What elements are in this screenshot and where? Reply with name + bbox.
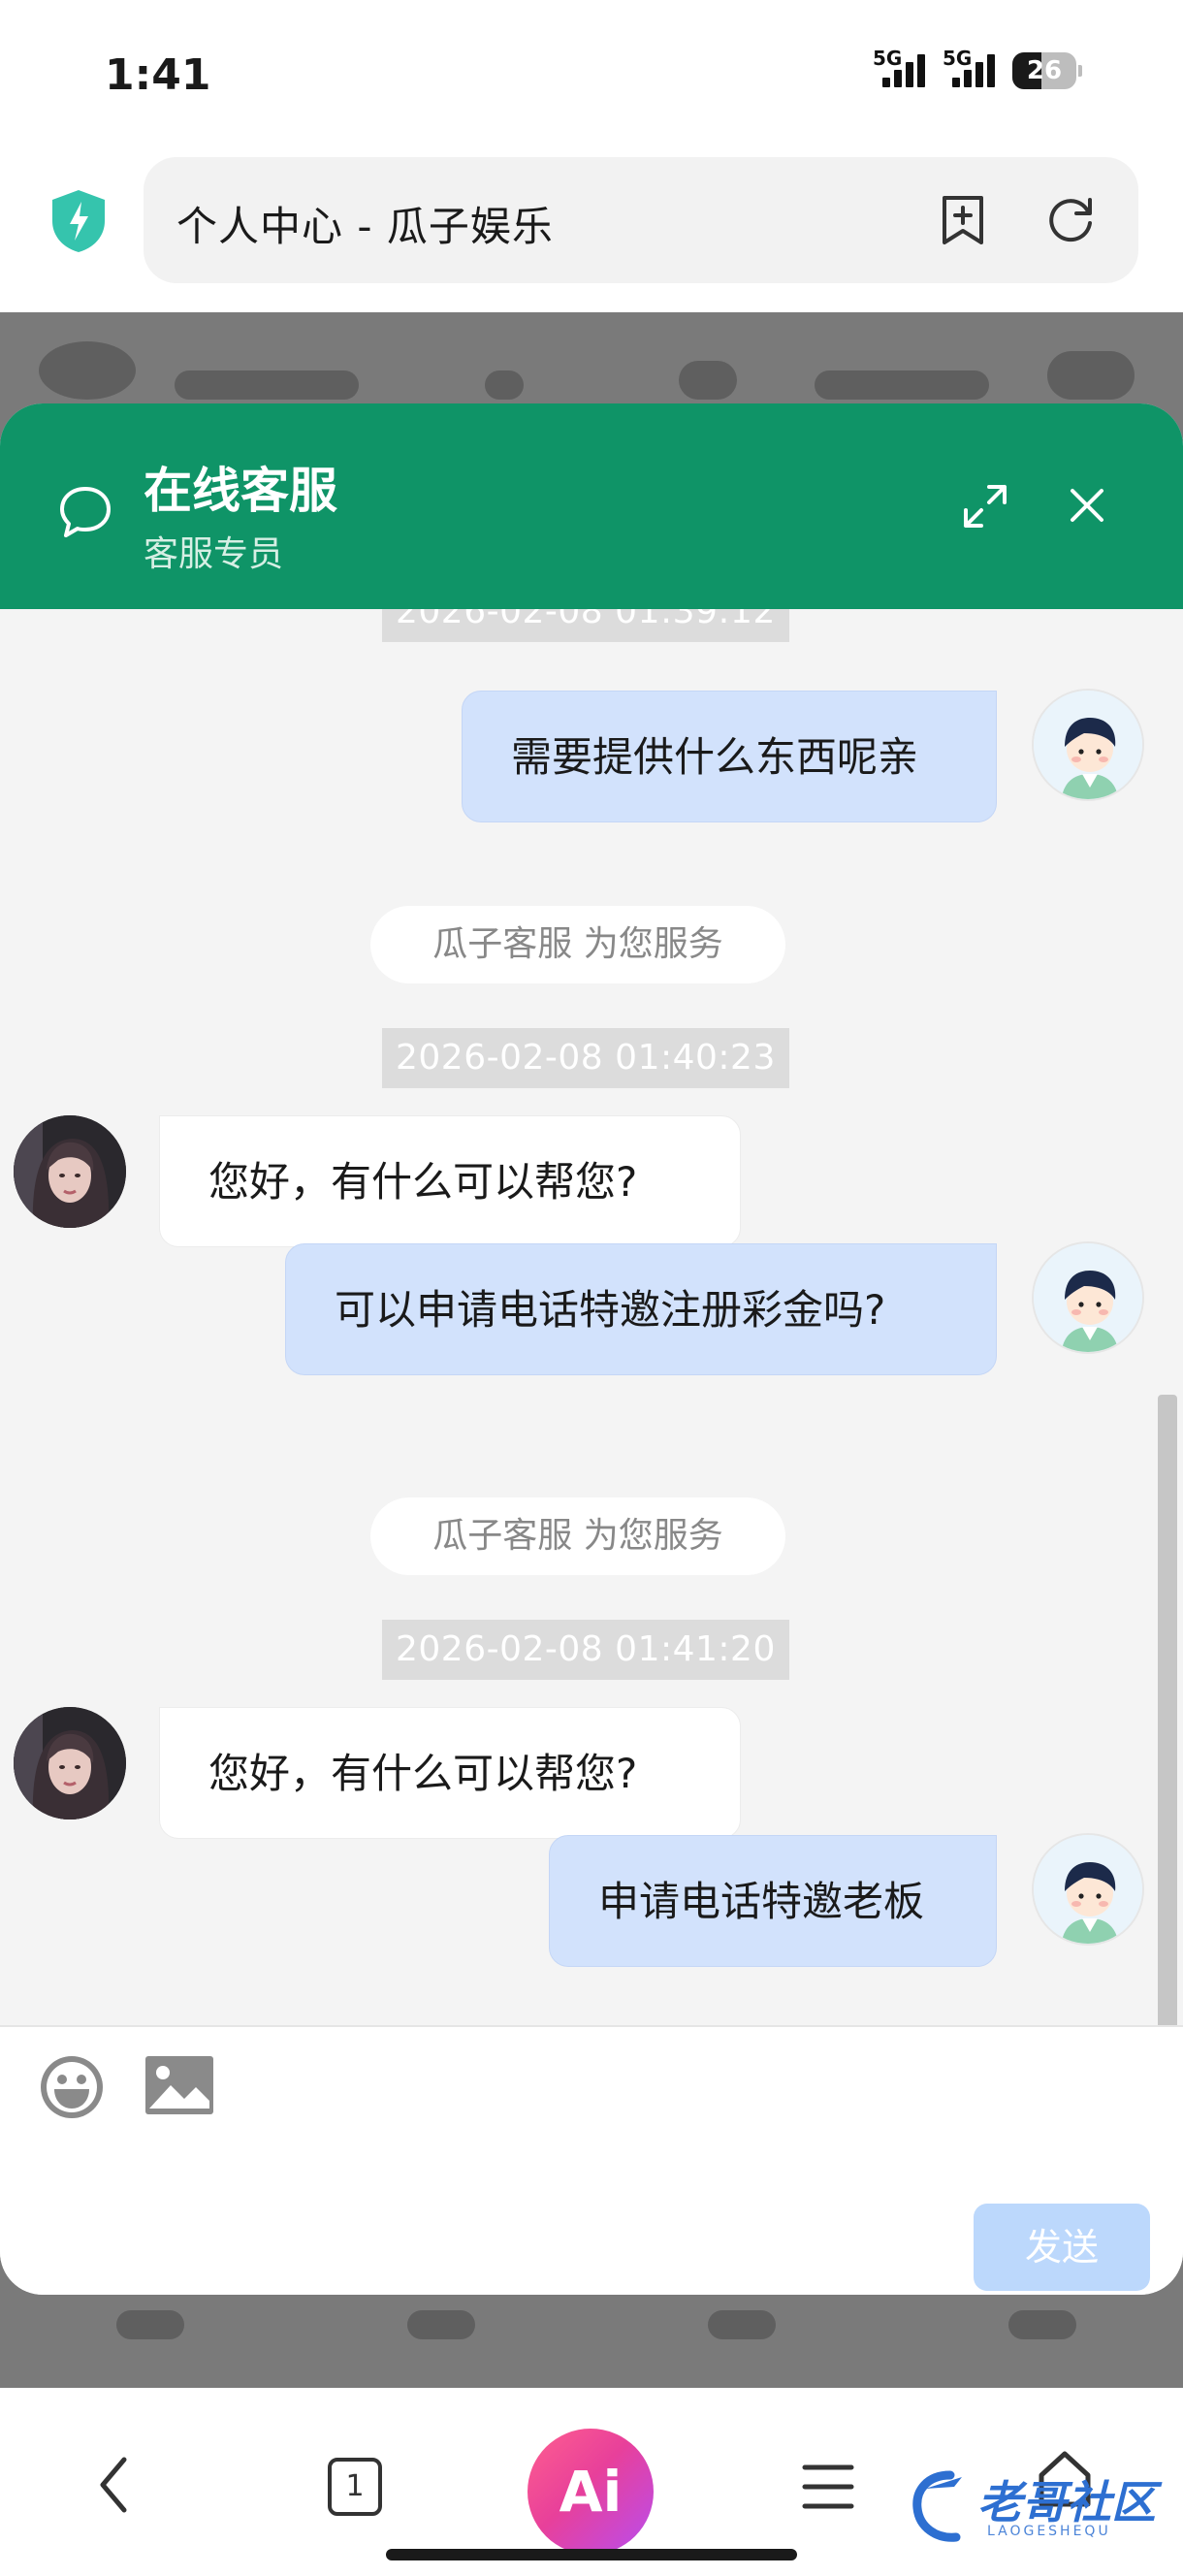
- expand-icon[interactable]: [960, 481, 1010, 531]
- customer-service-chat-modal: 在线客服 客服专员 2026-02-08 01:39:12 需要提供什么东西呢亲…: [0, 403, 1183, 2295]
- image-upload-icon[interactable]: [145, 2056, 213, 2114]
- watermark-subtext: LAOGESHEQU: [987, 2524, 1111, 2539]
- status-indicators: 5G 5G 26: [873, 47, 1082, 89]
- message-timestamp: 2026-02-08 01:41:20: [382, 1620, 789, 1680]
- battery-icon: 26: [1012, 52, 1082, 89]
- agent-avatar: [14, 1115, 126, 1228]
- watermark-text: 老哥社区: [977, 2476, 1156, 2528]
- message-timestamp: 2026-02-08 01:40:23: [382, 1028, 789, 1088]
- watermark-logo: 老哥社区 LAOGESHEQU: [911, 2465, 1173, 2547]
- agent-avatar: [14, 1707, 126, 1819]
- battery-level: 26: [1026, 56, 1063, 85]
- user-avatar: [1032, 689, 1144, 801]
- page-title[interactable]: 个人中心 - 瓜子娱乐: [176, 194, 554, 253]
- message-timestamp: 2026-02-08 01:39:12: [382, 609, 789, 642]
- chat-subtitle: 客服专员: [144, 534, 284, 574]
- back-icon[interactable]: [93, 2454, 136, 2516]
- address-bar[interactable]: 个人中心 - 瓜子娱乐: [144, 157, 1138, 283]
- message-bubble-agent: 您好，有什么可以帮您?: [159, 1707, 741, 1839]
- chat-header: 在线客服 客服专员: [0, 403, 1183, 609]
- signal-icon: 5G: [873, 47, 925, 87]
- message-bubble-user: 可以申请电话特邀注册彩金吗?: [285, 1243, 997, 1375]
- message-bubble-user: 需要提供什么东西呢亲: [462, 691, 997, 822]
- system-notice: 瓜子客服 为您服务: [370, 906, 785, 983]
- home-indicator[interactable]: [386, 2549, 797, 2560]
- message-bubble-agent: 您好，有什么可以帮您?: [159, 1115, 741, 1247]
- refresh-icon[interactable]: [1045, 194, 1098, 246]
- message-bubble-user: 申请电话特邀老板: [549, 1835, 997, 1967]
- chat-title: 在线客服: [144, 463, 337, 519]
- security-shield-icon[interactable]: [48, 188, 109, 254]
- message-list[interactable]: 2026-02-08 01:39:12 需要提供什么东西呢亲 瓜子客服 为您服务…: [0, 609, 1183, 2025]
- ai-assistant-button[interactable]: Ai: [528, 2429, 654, 2555]
- signal-icon: 5G: [943, 47, 995, 87]
- chat-bubble-icon: [60, 487, 111, 537]
- network-label: 5G: [873, 47, 903, 70]
- send-button[interactable]: 发送: [974, 2204, 1150, 2291]
- emoji-icon[interactable]: [37, 2052, 107, 2122]
- user-avatar: [1032, 1833, 1144, 1946]
- tabs-button[interactable]: 1: [328, 2458, 382, 2516]
- menu-icon[interactable]: [801, 2462, 855, 2512]
- status-time: 1:41: [105, 50, 211, 100]
- user-avatar: [1032, 1241, 1144, 1354]
- system-notice: 瓜子客服 为您服务: [370, 1497, 785, 1575]
- network-label: 5G: [943, 47, 973, 70]
- close-icon[interactable]: [1067, 485, 1107, 526]
- add-bookmark-icon[interactable]: [937, 194, 989, 246]
- message-input-area[interactable]: 发送: [0, 2025, 1183, 2295]
- status-bar: 1:41 5G 5G 26: [0, 0, 1183, 155]
- chat-scrollbar[interactable]: [1158, 1395, 1177, 2025]
